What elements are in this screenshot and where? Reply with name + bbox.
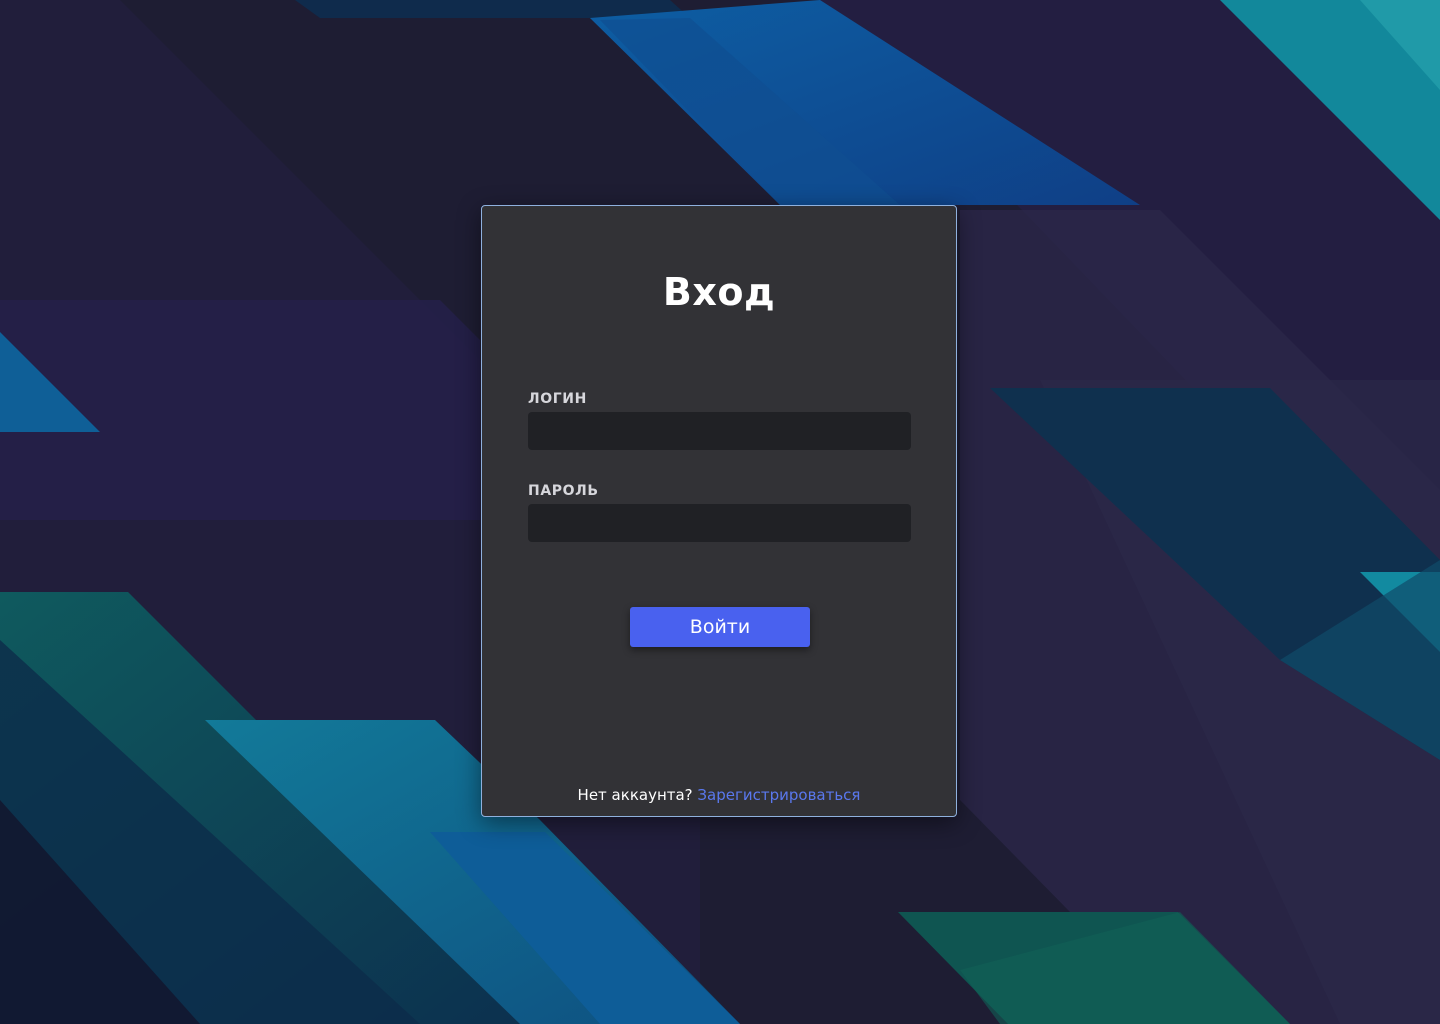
login-input[interactable] xyxy=(528,412,911,450)
login-card: Вход ЛОГИН ПАРОЛЬ Войти Нет аккаунта? За… xyxy=(481,205,957,817)
password-input[interactable] xyxy=(528,504,911,542)
no-account-text: Нет аккаунта? xyxy=(577,786,693,804)
login-button[interactable]: Войти xyxy=(630,607,810,647)
register-prompt: Нет аккаунта? Зарегистрироваться xyxy=(482,786,956,804)
password-label: ПАРОЛЬ xyxy=(528,483,599,499)
page-title: Вход xyxy=(662,270,776,314)
register-link[interactable]: Зарегистрироваться xyxy=(697,786,860,804)
login-label: ЛОГИН xyxy=(528,391,587,407)
